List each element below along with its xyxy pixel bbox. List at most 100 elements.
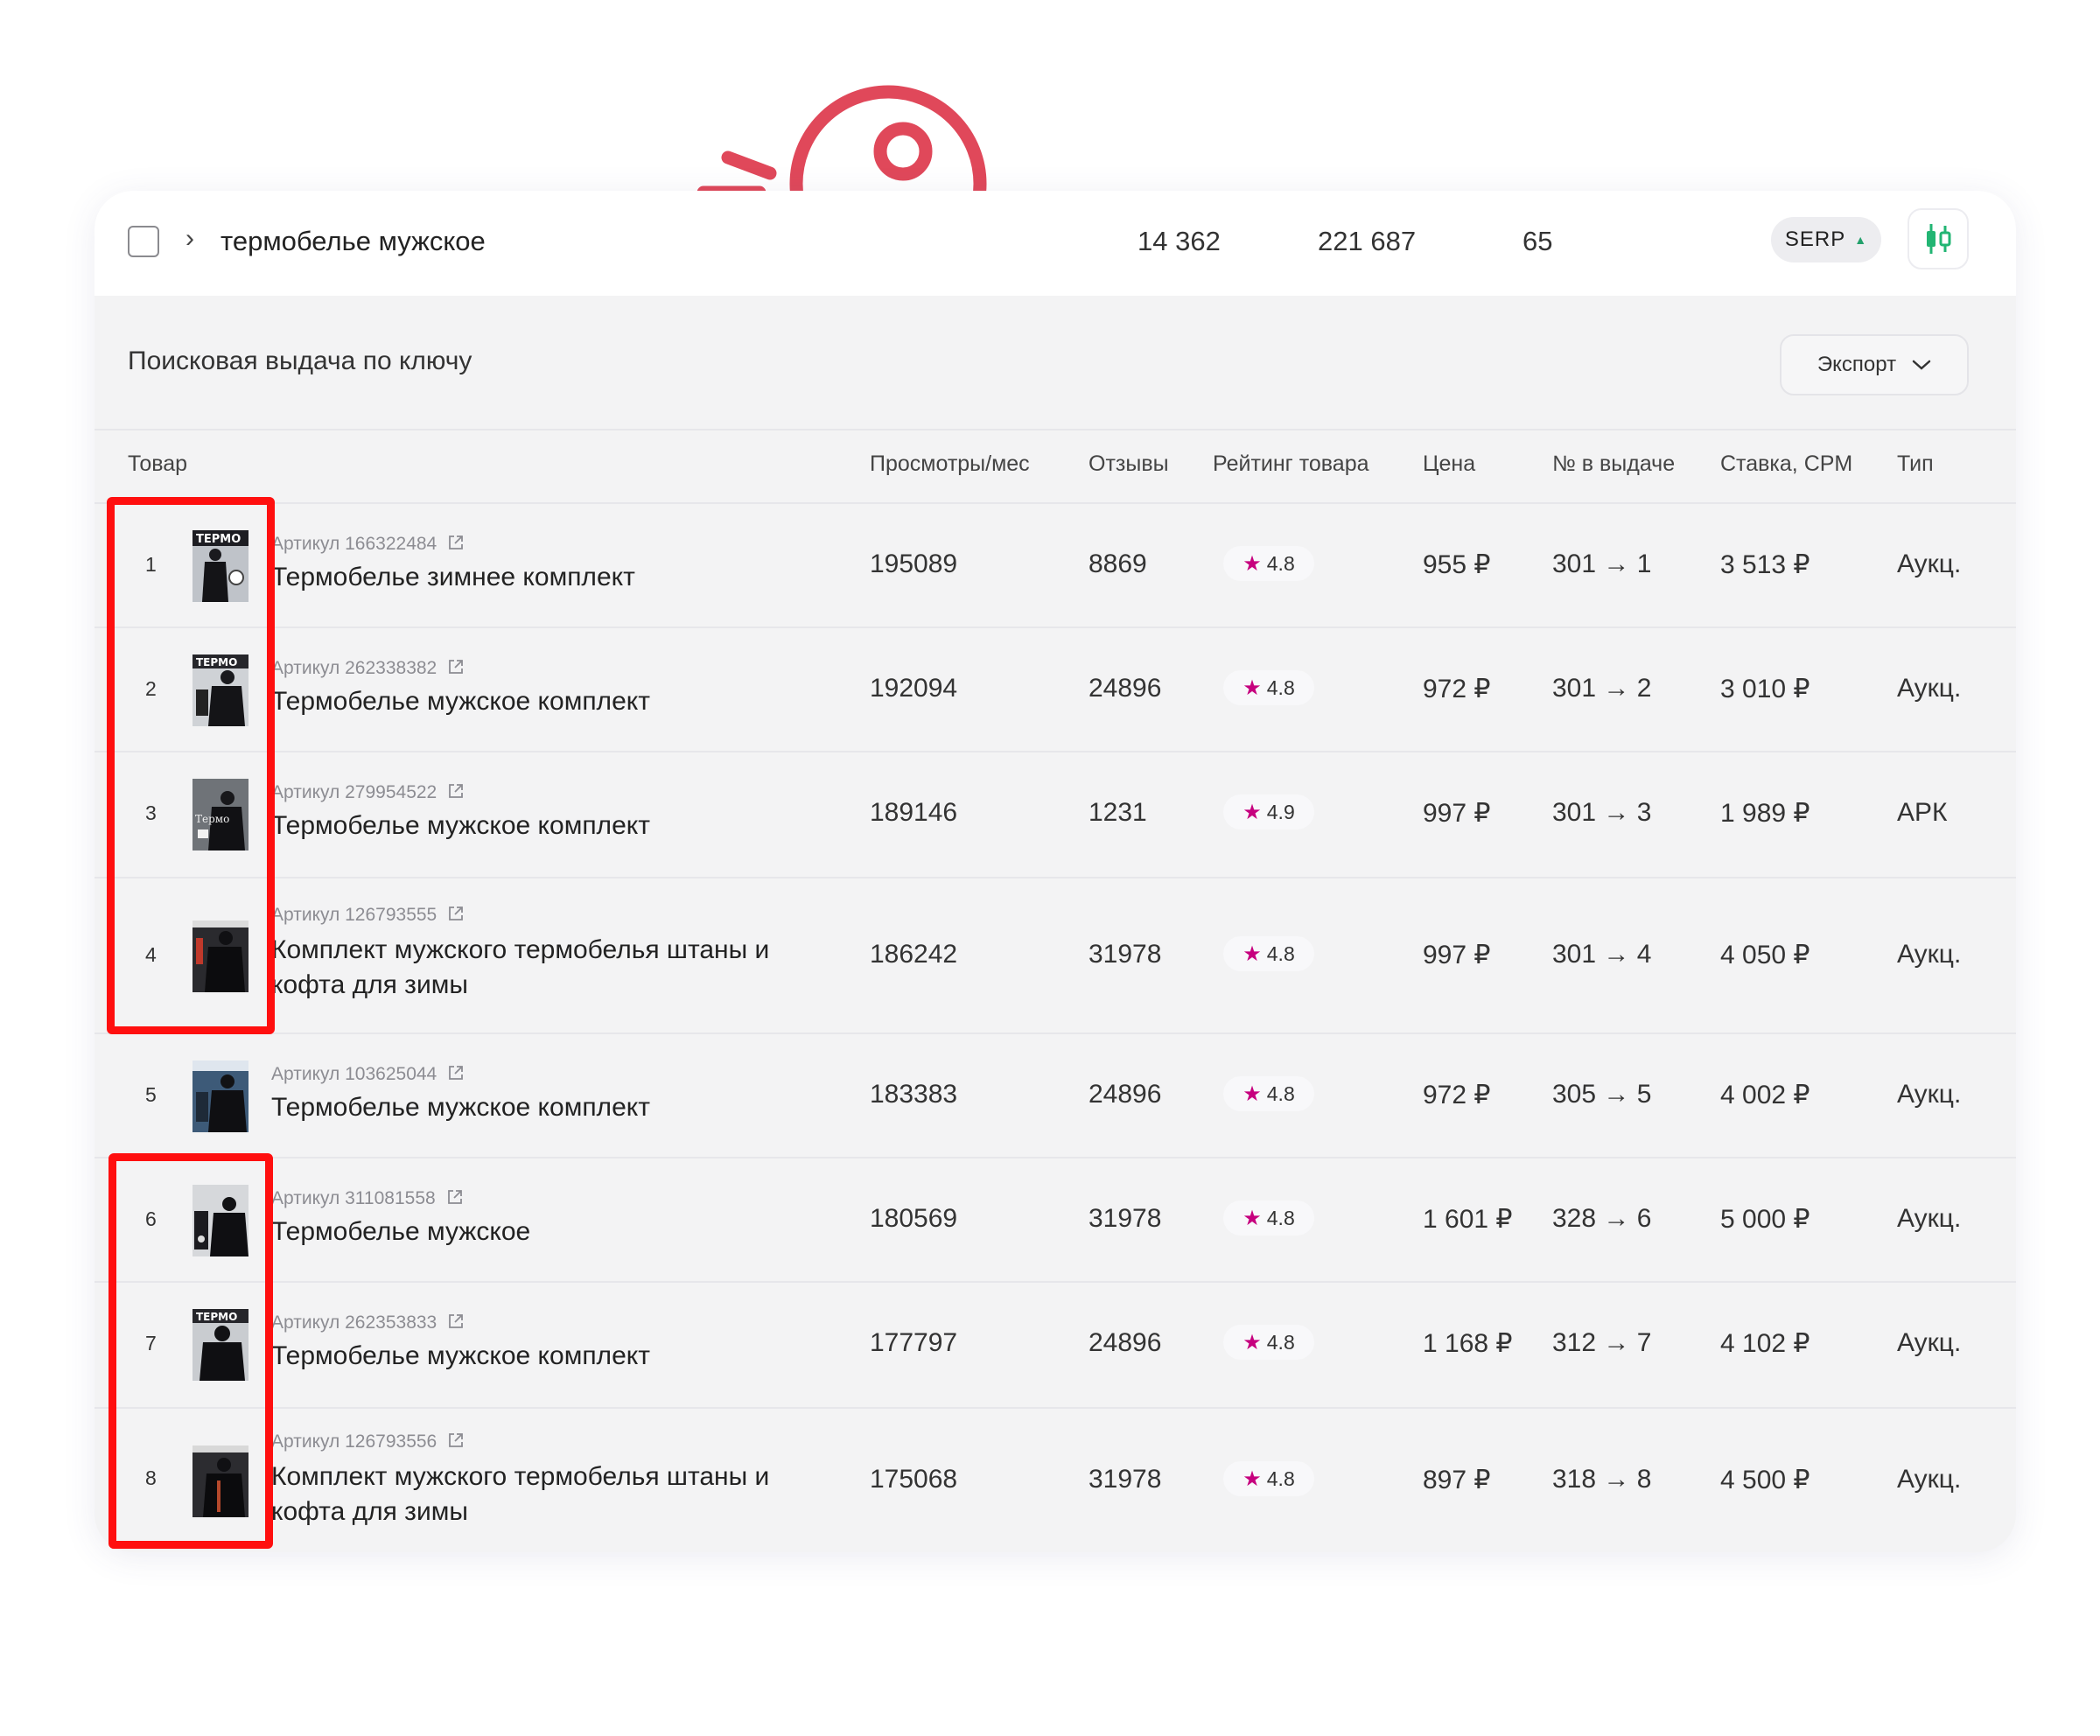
type-value: АРК xyxy=(1897,798,1948,827)
price-value: 997 ₽ xyxy=(1423,799,1491,828)
col-type[interactable]: Тип xyxy=(1897,452,1934,477)
rating-badge: ★ 4.9 xyxy=(1223,794,1314,830)
bid-value: 4 002 ₽ xyxy=(1720,1081,1810,1110)
bid-value: 4 050 ₽ xyxy=(1720,941,1810,970)
bid-value: 3 010 ₽ xyxy=(1720,675,1810,704)
external-link-icon[interactable] xyxy=(447,534,465,551)
type-value: Аукц. xyxy=(1897,1328,1962,1357)
table-row[interactable]: 1 ТЕРМО Артикул 166322484 Термобелье зим… xyxy=(94,504,2016,628)
position-value: 312 → 7 xyxy=(1552,1328,1652,1357)
bid-value: 1 989 ₽ xyxy=(1720,799,1810,828)
views-value: 195089 xyxy=(870,550,958,578)
type-value: Аукц. xyxy=(1897,940,1962,969)
type-value: Аукц. xyxy=(1897,1204,1962,1233)
price-value: 972 ₽ xyxy=(1423,1081,1491,1110)
position-value: 318 → 8 xyxy=(1552,1465,1652,1494)
product-thumbnail[interactable] xyxy=(192,1060,248,1132)
sku-text: Артикул 166322484 xyxy=(271,534,438,554)
position-value: 305 → 5 xyxy=(1552,1080,1652,1109)
col-position[interactable]: № в выдаче xyxy=(1552,452,1675,477)
sku-text: Артикул 103625044 xyxy=(271,1064,438,1084)
star-icon: ★ xyxy=(1242,676,1262,700)
reviews-value: 31978 xyxy=(1088,940,1162,969)
table-row[interactable]: 3 Термо Артикул 279954522 Термобелье муж… xyxy=(94,752,2016,878)
rating-value: 4.8 xyxy=(1266,1206,1295,1229)
external-link-icon[interactable] xyxy=(447,1432,465,1449)
col-views[interactable]: Просмотры/мес xyxy=(870,452,1030,477)
chevron-down-icon xyxy=(1912,360,1931,370)
bid-value: 4 500 ₽ xyxy=(1720,1466,1810,1494)
product-sku: Артикул 166322484 xyxy=(271,534,465,555)
sku-text: Артикул 262338382 xyxy=(271,658,438,678)
reviews-value: 1231 xyxy=(1088,798,1147,827)
star-icon: ★ xyxy=(1242,1330,1262,1354)
table-row[interactable]: 4 Артикул 126793555 Комплект мужского те… xyxy=(94,878,2016,1034)
external-link-icon[interactable] xyxy=(446,1188,464,1206)
col-rating[interactable]: Рейтинг товара xyxy=(1213,452,1369,477)
col-product[interactable]: Товар xyxy=(128,452,187,477)
views-value: 192094 xyxy=(870,674,958,703)
candlestick-chart-icon xyxy=(1927,224,1951,254)
reviews-value: 31978 xyxy=(1088,1465,1162,1494)
views-value: 175068 xyxy=(870,1465,958,1494)
external-link-icon[interactable] xyxy=(447,1064,465,1082)
views-value: 177797 xyxy=(870,1328,958,1357)
price-value: 1 168 ₽ xyxy=(1423,1329,1513,1358)
rating-badge: ★ 4.8 xyxy=(1223,1076,1314,1111)
views-value: 186242 xyxy=(870,940,958,969)
serp-button[interactable]: SERP ▲ xyxy=(1771,217,1881,262)
product-sku: Артикул 279954522 xyxy=(271,782,465,803)
product-name[interactable]: Комплект мужского термобелья штаны и коф… xyxy=(271,1460,814,1530)
col-reviews[interactable]: Отзывы xyxy=(1088,452,1169,477)
export-label: Экспорт xyxy=(1816,353,1897,376)
external-link-icon[interactable] xyxy=(447,782,465,800)
caret-up-icon: ▲ xyxy=(1854,233,1868,247)
highlight-box-top xyxy=(107,497,275,1034)
keyword-results-card: › термобелье мужское 14 362 221 687 65 S… xyxy=(94,191,2016,1552)
table-row[interactable]: 2 ТЕРМО Артикул 262338382 Термобелье муж… xyxy=(94,628,2016,752)
product-name[interactable]: Термобелье зимнее комплект xyxy=(271,560,814,595)
external-link-icon[interactable] xyxy=(447,1312,465,1330)
table-row[interactable]: 7 ТЕРМО Артикул 262353833 Термобелье муж… xyxy=(94,1283,2016,1409)
external-link-icon[interactable] xyxy=(447,658,465,676)
product-name[interactable]: Комплект мужского термобелья штаны и коф… xyxy=(271,933,814,1003)
reviews-value: 24896 xyxy=(1088,1328,1162,1357)
sku-text: Артикул 279954522 xyxy=(271,782,438,802)
reviews-value: 24896 xyxy=(1088,1080,1162,1109)
product-name[interactable]: Термобелье мужское комплект xyxy=(271,684,814,719)
divider xyxy=(94,429,2016,430)
star-icon: ★ xyxy=(1242,1466,1262,1491)
export-dropdown[interactable]: Экспорт xyxy=(1780,334,1969,396)
product-name[interactable]: Термобелье мужское xyxy=(271,1214,814,1250)
keyword-row[interactable]: › термобелье мужское 14 362 221 687 65 S… xyxy=(94,191,2016,296)
views-value: 189146 xyxy=(870,798,958,827)
keyword-stat-2: 221 687 xyxy=(1318,226,1417,256)
row-rank: 5 xyxy=(145,1083,157,1106)
table-row[interactable]: 5 Артикул 103625044 Термобелье мужское к… xyxy=(94,1034,2016,1158)
bid-value: 4 102 ₽ xyxy=(1720,1329,1810,1358)
row-checkbox[interactable] xyxy=(128,226,159,257)
type-value: Аукц. xyxy=(1897,674,1962,703)
col-price[interactable]: Цена xyxy=(1423,452,1475,477)
highlight-box-bottom xyxy=(108,1153,273,1549)
product-name[interactable]: Термобелье мужское комплект xyxy=(271,1339,814,1374)
rating-value: 4.8 xyxy=(1266,1466,1295,1490)
star-icon: ★ xyxy=(1242,1082,1262,1106)
chart-button[interactable] xyxy=(1908,208,1969,270)
star-icon: ★ xyxy=(1242,800,1262,824)
star-icon: ★ xyxy=(1242,551,1262,576)
views-value: 183383 xyxy=(870,1080,958,1109)
external-link-icon[interactable] xyxy=(447,905,465,922)
star-icon: ★ xyxy=(1242,942,1262,966)
bid-value: 3 513 ₽ xyxy=(1720,550,1810,579)
table-row[interactable]: 6 Артикул 311081558 Термобелье мужское 1… xyxy=(94,1158,2016,1283)
col-bid[interactable]: Ставка, CPM xyxy=(1720,452,1852,477)
price-value: 897 ₽ xyxy=(1423,1466,1491,1494)
product-sku: Артикул 311081558 xyxy=(271,1188,464,1209)
chevron-right-icon[interactable]: › xyxy=(186,224,194,254)
table-row[interactable]: 8 Артикул 126793556 Комплект мужского те… xyxy=(94,1409,2016,1552)
price-value: 955 ₽ xyxy=(1423,550,1491,579)
product-name[interactable]: Термобелье мужское комплект xyxy=(271,1090,814,1125)
reviews-value: 8869 xyxy=(1088,550,1147,578)
product-name[interactable]: Термобелье мужское комплект xyxy=(271,808,814,844)
